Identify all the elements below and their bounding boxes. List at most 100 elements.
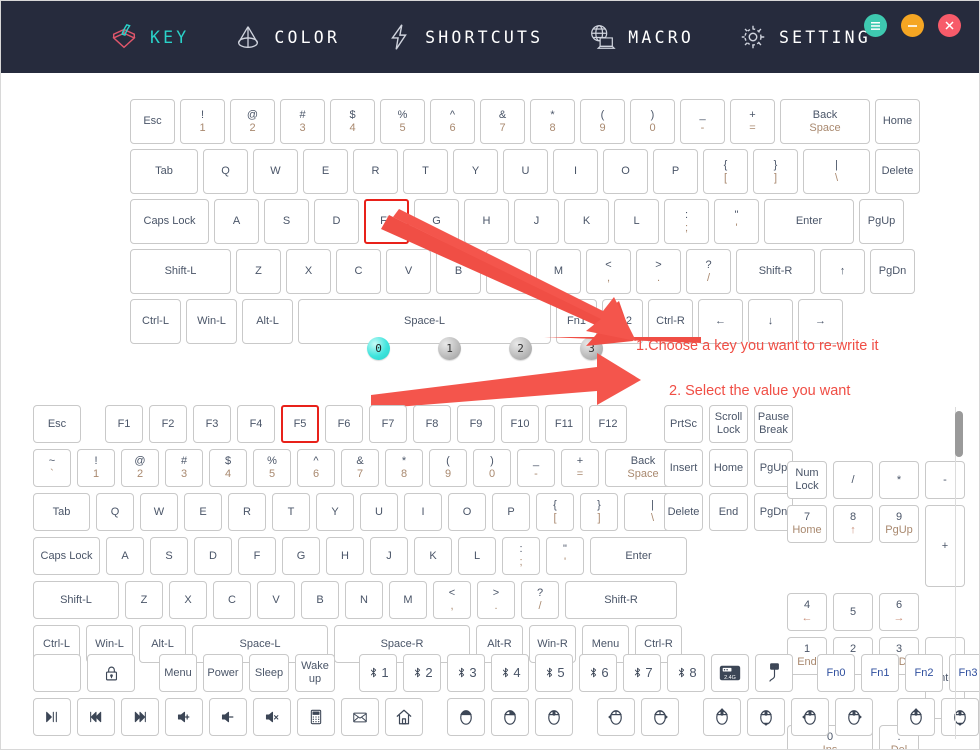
key-6[interactable]: 6 → bbox=[879, 593, 919, 631]
key-f8[interactable]: F8 bbox=[413, 405, 451, 443]
key--[interactable]: :; bbox=[502, 537, 540, 575]
layer-dot-1[interactable]: 1 bbox=[438, 337, 461, 360]
key-f7[interactable]: F7 bbox=[369, 405, 407, 443]
key-z[interactable]: Z bbox=[125, 581, 163, 619]
key-end[interactable]: End bbox=[709, 493, 748, 531]
key--[interactable]: ~ ` bbox=[33, 449, 71, 487]
key-bluetooth-icon[interactable]: 6 bbox=[579, 654, 617, 692]
key-r[interactable]: R bbox=[353, 149, 398, 194]
key--[interactable]: ^ 6 bbox=[297, 449, 335, 487]
key-y[interactable]: Y bbox=[453, 149, 498, 194]
key--[interactable]: * bbox=[879, 461, 919, 499]
key-5[interactable]: 5 bbox=[833, 593, 873, 631]
key-bluetooth-icon[interactable]: 7 bbox=[623, 654, 661, 692]
key-e[interactable]: E bbox=[303, 149, 348, 194]
key-t[interactable]: T bbox=[272, 493, 310, 531]
key-i[interactable]: I bbox=[553, 149, 598, 194]
key-shift-r[interactable]: Shift-R bbox=[565, 581, 677, 619]
key-h[interactable]: H bbox=[464, 199, 509, 244]
key--[interactable]: " ' bbox=[546, 537, 584, 575]
key-mouse-wheel-up-icon[interactable] bbox=[897, 698, 935, 736]
key-bluetooth-icon[interactable]: 4 bbox=[491, 654, 529, 692]
key-u[interactable]: U bbox=[360, 493, 398, 531]
key--[interactable]: <, bbox=[586, 249, 631, 294]
key--[interactable]: * 8 bbox=[385, 449, 423, 487]
key-y[interactable]: Y bbox=[316, 493, 354, 531]
key--[interactable]: }] bbox=[580, 493, 618, 531]
key-home-icon[interactable] bbox=[385, 698, 423, 736]
key-j[interactable]: J bbox=[370, 537, 408, 575]
key--[interactable]: ) 0 bbox=[630, 99, 675, 144]
key-bluetooth-icon[interactable]: 5 bbox=[535, 654, 573, 692]
key-num[interactable]: Num Lock bbox=[787, 461, 827, 499]
key-f6[interactable]: F6 bbox=[325, 405, 363, 443]
key-enter[interactable]: Enter bbox=[764, 199, 854, 244]
key-i[interactable]: I bbox=[404, 493, 442, 531]
key-b[interactable]: B bbox=[436, 249, 481, 294]
key-l[interactable]: L bbox=[614, 199, 659, 244]
key--[interactable]: >. bbox=[636, 249, 681, 294]
key-shift-r[interactable]: Shift-R bbox=[736, 249, 815, 294]
key-pgdn[interactable]: PgDn bbox=[870, 249, 915, 294]
key-f3[interactable]: F3 bbox=[193, 405, 231, 443]
key-n[interactable]: N bbox=[345, 581, 383, 619]
key--[interactable]: ↑ bbox=[820, 249, 865, 294]
key-z[interactable]: Z bbox=[236, 249, 281, 294]
key-w[interactable]: W bbox=[140, 493, 178, 531]
key-volume-mute-icon[interactable] bbox=[253, 698, 291, 736]
layer-dot-0[interactable]: 0 bbox=[367, 337, 390, 360]
layer-dot-3[interactable]: 3 bbox=[580, 337, 603, 360]
key-menu[interactable]: Menu bbox=[159, 654, 197, 692]
key-f1[interactable]: F1 bbox=[105, 405, 143, 443]
key-8[interactable]: 8 ↑ bbox=[833, 505, 873, 543]
key-q[interactable]: Q bbox=[203, 149, 248, 194]
key-f[interactable]: F bbox=[238, 537, 276, 575]
key-mail-icon[interactable] bbox=[341, 698, 379, 736]
key-mouse-middle-click-icon[interactable] bbox=[535, 698, 573, 736]
key--[interactable]: " ' bbox=[714, 199, 759, 244]
key-home[interactable]: Home bbox=[709, 449, 748, 487]
key-9[interactable]: 9 PgUp bbox=[879, 505, 919, 543]
key-delete[interactable]: Delete bbox=[664, 493, 703, 531]
key--[interactable]: _ - bbox=[517, 449, 555, 487]
key-v[interactable]: V bbox=[386, 249, 431, 294]
key--[interactable]: ! 1 bbox=[180, 99, 225, 144]
key-mouse-right-click-icon[interactable] bbox=[491, 698, 529, 736]
key-insert[interactable]: Insert bbox=[664, 449, 703, 487]
key-lock-icon[interactable] bbox=[87, 654, 135, 692]
key-m[interactable]: M bbox=[536, 249, 581, 294]
key-pgup[interactable]: PgUp bbox=[859, 199, 904, 244]
key-caps-lock[interactable]: Caps Lock bbox=[33, 537, 100, 575]
key-q[interactable]: Q bbox=[96, 493, 134, 531]
key-volume-down-icon[interactable] bbox=[209, 698, 247, 736]
key--[interactable]: | \ bbox=[803, 149, 870, 194]
key-prev-track-icon[interactable] bbox=[77, 698, 115, 736]
key-p[interactable]: P bbox=[492, 493, 530, 531]
key-mouse-scroll-left-icon[interactable] bbox=[791, 698, 829, 736]
key-c[interactable]: C bbox=[213, 581, 251, 619]
key--[interactable]: }] bbox=[753, 149, 798, 194]
key-mouse-forward-icon[interactable] bbox=[641, 698, 679, 736]
minimize-button[interactable] bbox=[901, 14, 924, 37]
nav-item-shortcuts[interactable]: SHORTCUTS bbox=[384, 22, 543, 52]
key--[interactable]: @2 bbox=[121, 449, 159, 487]
key-7[interactable]: 7 Home bbox=[787, 505, 827, 543]
key--[interactable]: & 7 bbox=[480, 99, 525, 144]
key-l[interactable]: L bbox=[458, 537, 496, 575]
key-m[interactable]: M bbox=[389, 581, 427, 619]
key--[interactable]: (9 bbox=[580, 99, 625, 144]
key--[interactable]: :; bbox=[664, 199, 709, 244]
key-back[interactable]: Back Space bbox=[780, 99, 870, 144]
key-s[interactable]: S bbox=[150, 537, 188, 575]
key--[interactable]: * 8 bbox=[530, 99, 575, 144]
key--[interactable]: >. bbox=[477, 581, 515, 619]
key--[interactable]: ! 1 bbox=[77, 449, 115, 487]
key--[interactable]: % 5 bbox=[253, 449, 291, 487]
key--[interactable]: #3 bbox=[280, 99, 325, 144]
key-shift-l[interactable]: Shift-L bbox=[33, 581, 119, 619]
key--[interactable]: & 7 bbox=[341, 449, 379, 487]
key--[interactable]: {[ bbox=[703, 149, 748, 194]
key--[interactable]: % 5 bbox=[380, 99, 425, 144]
key-mouse-scroll-up-icon[interactable] bbox=[703, 698, 741, 736]
key-fn0[interactable]: Fn0 bbox=[817, 654, 855, 692]
